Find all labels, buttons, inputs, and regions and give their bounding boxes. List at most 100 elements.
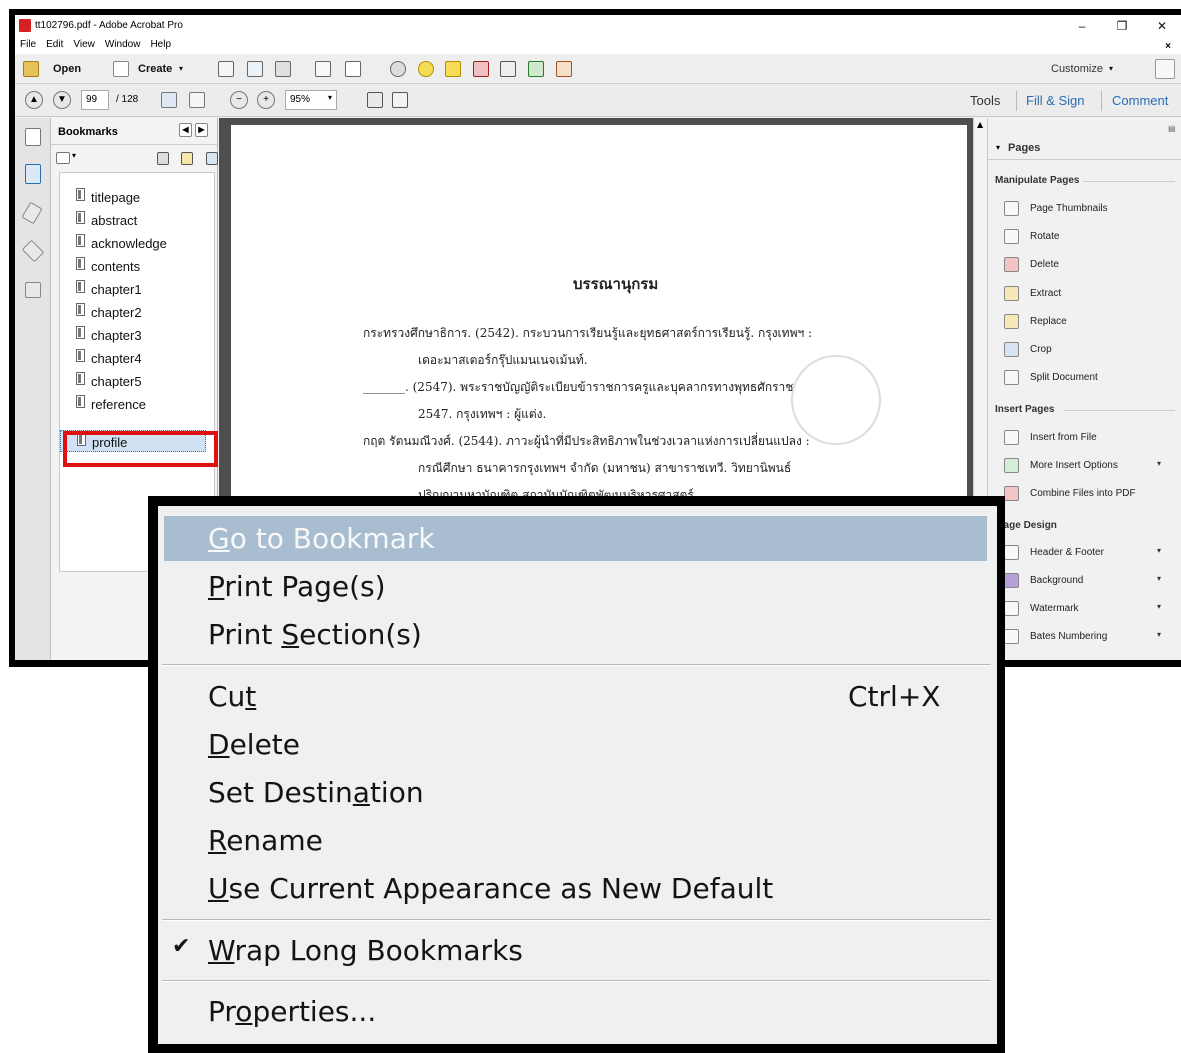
gear-icon[interactable]: [390, 61, 406, 77]
page-number-input[interactable]: 99: [81, 90, 109, 110]
background-item[interactable]: Background ▾: [1004, 571, 1169, 591]
collapse-panel-icon[interactable]: ◀: [179, 123, 192, 137]
minimize-button[interactable]: –: [1067, 17, 1097, 35]
page-thumbnails-icon[interactable]: [25, 128, 41, 146]
page-total: / 128: [116, 94, 139, 105]
upload-cloud-icon[interactable]: [247, 61, 263, 77]
email-icon[interactable]: [345, 61, 361, 77]
insert-from-file-item[interactable]: Insert from File: [1004, 428, 1169, 448]
combine-files-item[interactable]: Combine Files into PDF: [1004, 484, 1169, 504]
print-pages-item[interactable]: Print Page(s): [208, 570, 386, 603]
next-page-icon[interactable]: ▼: [53, 91, 71, 109]
menu-view[interactable]: View: [68, 37, 100, 50]
edit-icon[interactable]: [315, 61, 331, 77]
rotate-page-icon[interactable]: [500, 61, 516, 77]
layers-icon[interactable]: [21, 239, 45, 263]
replace-page-icon[interactable]: [556, 61, 572, 77]
crop-item[interactable]: Crop: [1004, 340, 1169, 360]
extract-page-icon[interactable]: [528, 61, 544, 77]
document-line: _______. (2547). พระราชบัญญัติระเบียบข้า…: [363, 380, 794, 394]
divider: [1016, 91, 1017, 111]
bookmark-icon[interactable]: [25, 164, 41, 184]
zoom-dropdown-icon[interactable]: ▾: [328, 93, 332, 102]
wrap-long-bookmarks-item[interactable]: Wrap Long Bookmarks: [208, 934, 523, 967]
go-to-bookmark-item[interactable]: Go to Bookmark: [208, 522, 435, 555]
rotate-item[interactable]: Rotate: [1004, 227, 1169, 247]
bates-numbering-item[interactable]: Bates Numbering ▾: [1004, 627, 1169, 647]
properties-item[interactable]: Properties...: [208, 995, 376, 1028]
rename-item[interactable]: Rename: [208, 824, 323, 857]
highlight-icon[interactable]: [445, 61, 461, 77]
menu-window[interactable]: Window: [100, 37, 146, 50]
watermark-item[interactable]: Watermark ▾: [1004, 599, 1169, 619]
replace-item[interactable]: Replace: [1004, 312, 1169, 332]
customize-button[interactable]: Customize: [1051, 59, 1103, 79]
options-dropdown-icon[interactable]: ▾: [72, 151, 76, 160]
collapse-icon: ▾: [996, 143, 1001, 152]
create-button[interactable]: Create: [138, 59, 172, 79]
panel-menu-icon[interactable]: ▤: [1168, 124, 1176, 133]
use-current-appearance-item[interactable]: Use Current Appearance as New Default: [208, 872, 773, 905]
fit-page-icon[interactable]: [367, 92, 383, 108]
navigation-pane-strip: [15, 118, 51, 660]
page-thumbnails-item[interactable]: Page Thumbnails: [1004, 199, 1169, 219]
new-bookmark-icon[interactable]: [181, 152, 193, 165]
header-footer-item[interactable]: Header & Footer ▾: [1004, 543, 1169, 563]
bookmark-flag-icon: [76, 303, 85, 316]
zoom-out-icon[interactable]: −: [230, 91, 248, 109]
previous-page-icon[interactable]: ▲: [25, 91, 43, 109]
zoom-in-icon[interactable]: +: [257, 91, 275, 109]
menu-help[interactable]: Help: [145, 37, 176, 50]
bookmark-flag-icon: [76, 257, 85, 270]
signatures-icon[interactable]: [25, 282, 41, 298]
create-dropdown-icon[interactable]: ▾: [179, 59, 183, 79]
more-insert-options-item[interactable]: More Insert Options ▾: [1004, 456, 1169, 476]
dropdown-icon: ▾: [1156, 459, 1161, 468]
split-document-icon: [1004, 370, 1019, 385]
full-screen-icon[interactable]: [392, 92, 408, 108]
delete-icon: [1004, 257, 1019, 272]
close-document-icon[interactable]: ×: [1160, 39, 1176, 52]
background-icon: [1004, 573, 1019, 588]
expand-icon[interactable]: [1155, 59, 1175, 79]
menu-file[interactable]: File: [15, 37, 41, 50]
main-toolbar: Open Create ▾ Customize ▾: [15, 54, 1181, 84]
save-icon[interactable]: [218, 61, 234, 77]
comment-tab[interactable]: Comment: [1112, 93, 1168, 108]
watermark-icon: [1004, 601, 1019, 616]
navigation-toolbar: ▲ ▼ 99 / 128 − + 95% ▾ Tools Fill & Sign…: [15, 84, 1181, 117]
comment-icon[interactable]: [418, 61, 434, 77]
options-menu-icon[interactable]: [56, 152, 70, 164]
bookmark-flag-icon: [76, 326, 85, 339]
expand-panel-icon[interactable]: ▶: [195, 123, 208, 137]
bookmarks-header: Bookmarks ◀ ▶: [51, 118, 217, 145]
bookmark-flag-icon: [76, 349, 85, 362]
fill-sign-tab[interactable]: Fill & Sign: [1026, 93, 1085, 108]
split-document-item[interactable]: Split Document: [1004, 368, 1169, 388]
close-button[interactable]: ✕: [1147, 17, 1177, 35]
trash-icon[interactable]: [157, 152, 169, 165]
manipulate-pages-label: Manipulate Pages: [995, 175, 1080, 186]
pages-section-header[interactable]: ▾ Pages: [988, 138, 1181, 160]
scroll-up-icon[interactable]: ▲: [977, 120, 983, 129]
combine-files-icon: [1004, 486, 1019, 501]
print-sections-item[interactable]: Print Section(s): [208, 618, 422, 651]
tools-tab[interactable]: Tools: [970, 93, 1000, 108]
hand-tool-icon[interactable]: [189, 92, 205, 108]
menu-bar: File Edit View Window Help ×: [15, 37, 1181, 54]
set-destination-item[interactable]: Set Destination: [208, 776, 424, 809]
open-button[interactable]: Open: [53, 59, 81, 79]
attachment-icon[interactable]: [21, 201, 43, 225]
delete-page-icon[interactable]: [473, 61, 489, 77]
print-icon[interactable]: [275, 61, 291, 77]
checkmark-icon: ✔: [172, 934, 191, 959]
menu-edit[interactable]: Edit: [41, 37, 68, 50]
cut-item[interactable]: Cut: [208, 680, 256, 713]
extract-item[interactable]: Extract: [1004, 284, 1169, 304]
select-cursor-icon[interactable]: [161, 92, 177, 108]
maximize-button[interactable]: ❐: [1107, 17, 1137, 35]
customize-dropdown-icon[interactable]: ▾: [1109, 59, 1113, 79]
expand-bookmark-icon[interactable]: [206, 152, 218, 165]
delete-item[interactable]: Delete: [1004, 255, 1169, 275]
delete-item[interactable]: Delete: [208, 728, 300, 761]
